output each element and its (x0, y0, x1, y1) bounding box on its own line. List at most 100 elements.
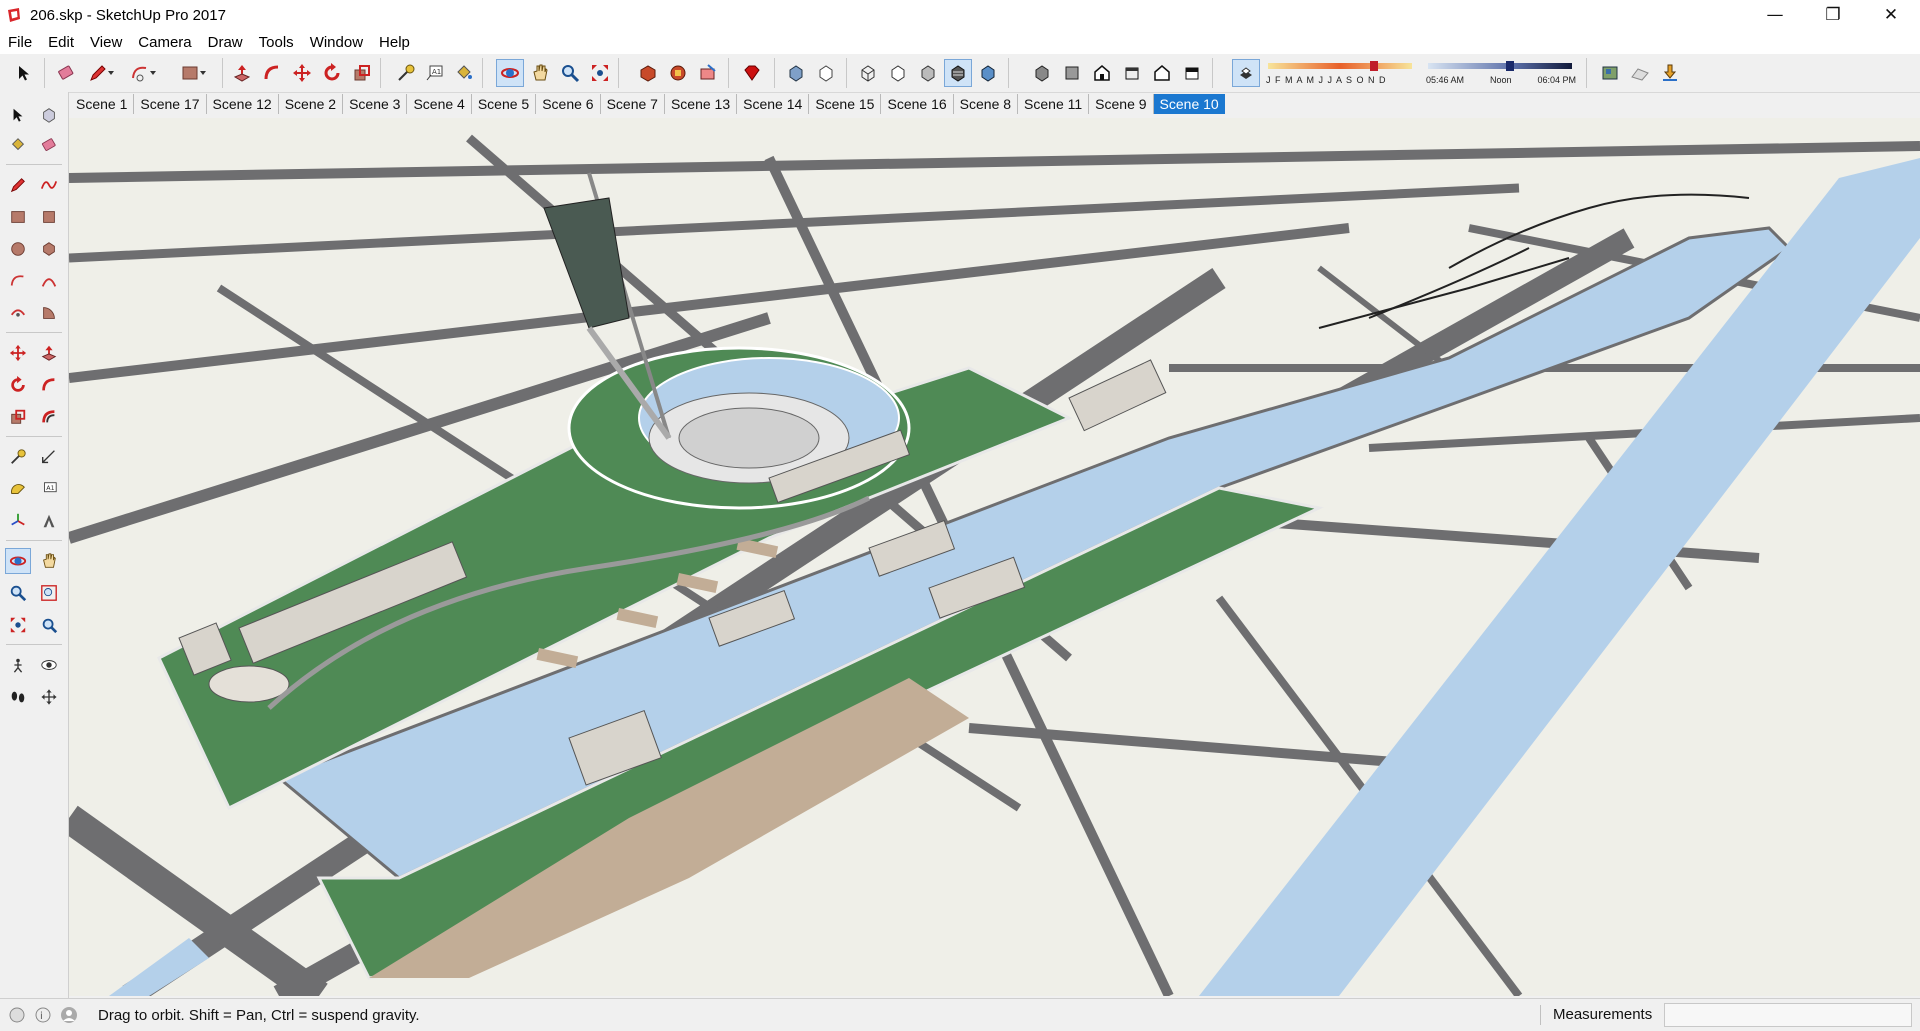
share-model-icon[interactable] (694, 59, 722, 87)
scale-tool-icon[interactable] (5, 404, 31, 430)
walk-icon[interactable] (5, 684, 31, 710)
geo-location-status-icon[interactable] (8, 1006, 26, 1024)
circle-tool-icon[interactable] (5, 236, 31, 262)
minimize-button[interactable]: — (1746, 0, 1804, 30)
xray-style-icon[interactable] (782, 59, 810, 87)
move-tool-icon[interactable] (288, 59, 316, 87)
eraser-tool-icon[interactable] (52, 59, 80, 87)
3d-text-tool-icon[interactable] (36, 508, 62, 534)
zoom-tool-icon[interactable] (556, 59, 584, 87)
pan-tool-icon[interactable] (526, 59, 554, 87)
iso-view-icon[interactable] (1028, 59, 1056, 87)
close-button[interactable]: ✕ (1862, 0, 1920, 30)
offset-tool-icon[interactable] (36, 404, 62, 430)
line-tool-icon[interactable] (5, 172, 31, 198)
tab-scene-15[interactable]: Scene 15 (809, 94, 882, 114)
rotate-tool-icon[interactable] (5, 372, 31, 398)
tab-scene-14[interactable]: Scene 14 (737, 94, 810, 114)
import-terrain-icon[interactable] (1656, 59, 1684, 87)
tab-scene-8[interactable]: Scene 8 (954, 94, 1019, 114)
tab-scene-9[interactable]: Scene 9 (1089, 94, 1154, 114)
restore-button[interactable]: ❐ (1804, 0, 1862, 30)
shaded-textures-style-icon[interactable] (944, 59, 972, 87)
paint-bucket-icon[interactable] (5, 132, 31, 158)
push-pull-tool-icon[interactable] (36, 340, 62, 366)
tab-scene-12[interactable]: Scene 12 (207, 94, 279, 114)
push-pull-tool-icon[interactable] (228, 59, 256, 87)
rotate-tool-icon[interactable] (318, 59, 346, 87)
left-view-icon[interactable] (1178, 59, 1206, 87)
3d-warehouse-icon[interactable] (634, 59, 662, 87)
scale-tool-icon[interactable] (348, 59, 376, 87)
shadows-toggle-icon[interactable] (1232, 59, 1260, 87)
menu-window[interactable]: Window (302, 34, 371, 51)
user-status-icon[interactable] (60, 1006, 78, 1024)
select-tool-icon[interactable] (5, 102, 31, 128)
zoom-window-tool-icon[interactable] (36, 580, 62, 606)
look-around-icon[interactable] (36, 652, 62, 678)
top-view-icon[interactable] (1058, 59, 1086, 87)
protractor-tool-icon[interactable] (5, 476, 31, 502)
tab-scene-7[interactable]: Scene 7 (601, 94, 665, 114)
follow-me-tool-icon[interactable] (258, 59, 286, 87)
monochrome-style-icon[interactable] (974, 59, 1002, 87)
zoom-extents-tool-icon[interactable] (586, 59, 614, 87)
pencil-dropdown-icon[interactable] (104, 59, 118, 87)
tab-scene-17[interactable]: Scene 17 (134, 94, 207, 114)
menu-camera[interactable]: Camera (130, 34, 199, 51)
three-point-arc-tool-icon[interactable] (5, 300, 31, 326)
menu-help[interactable]: Help (371, 34, 418, 51)
arc-tool-icon[interactable] (5, 268, 31, 294)
tab-scene-1[interactable]: Scene 1 (70, 94, 135, 114)
tab-scene-6[interactable]: Scene 6 (536, 94, 601, 114)
back-view-icon[interactable] (1148, 59, 1176, 87)
pie-tool-icon[interactable] (36, 300, 62, 326)
extension-warehouse-icon[interactable] (664, 59, 692, 87)
back-edges-style-icon[interactable] (812, 59, 840, 87)
move-tool-icon[interactable] (5, 340, 31, 366)
tab-scene-16[interactable]: Scene 16 (881, 94, 954, 114)
tab-scene-10[interactable]: Scene 10 (1153, 94, 1225, 114)
zoom-tool-icon[interactable] (5, 580, 31, 606)
tab-scene-4[interactable]: Scene 4 (407, 94, 472, 114)
pan-tool-icon[interactable] (36, 548, 62, 574)
shadow-month-panel[interactable]: J F M A M J J A S O N D (1266, 60, 1416, 85)
axes-tool-icon[interactable] (5, 508, 31, 534)
previous-view-icon[interactable] (36, 612, 62, 638)
tab-scene-11[interactable]: Scene 11 (1018, 94, 1090, 114)
orbit-tool-icon[interactable] (5, 548, 31, 574)
wireframe-style-icon[interactable] (854, 59, 882, 87)
text-tool-icon[interactable]: A1 (420, 59, 448, 87)
tape-measure-tool-icon[interactable] (392, 59, 420, 87)
tape-measure-tool-icon[interactable] (5, 444, 31, 470)
menu-tools[interactable]: Tools (251, 34, 302, 51)
shadow-time-slider[interactable] (1426, 60, 1576, 72)
position-camera-icon[interactable] (5, 652, 31, 678)
measurements-input[interactable] (1664, 1003, 1912, 1027)
hidden-line-style-icon[interactable] (884, 59, 912, 87)
polygon-tool-icon[interactable] (36, 236, 62, 262)
shadow-month-slider[interactable] (1266, 60, 1416, 72)
arc-dropdown-icon[interactable] (146, 59, 160, 87)
section-plane-icon[interactable] (36, 684, 62, 710)
toggle-terrain-icon[interactable] (1626, 59, 1654, 87)
tab-scene-2[interactable]: Scene 2 (279, 94, 344, 114)
menu-edit[interactable]: Edit (40, 34, 82, 51)
tab-scene-3[interactable]: Scene 3 (343, 94, 408, 114)
zoom-extents-tool-icon[interactable] (5, 612, 31, 638)
rectangle-tool-icon[interactable] (5, 204, 31, 230)
front-view-icon[interactable] (1088, 59, 1116, 87)
two-point-arc-tool-icon[interactable] (36, 268, 62, 294)
follow-me-tool-icon[interactable] (36, 372, 62, 398)
dimension-tool-icon[interactable] (36, 444, 62, 470)
shaded-style-icon[interactable] (914, 59, 942, 87)
eraser-icon[interactable] (36, 132, 62, 158)
shadow-time-panel[interactable]: 05:46 AM Noon 06:04 PM (1426, 60, 1576, 85)
menu-draw[interactable]: Draw (200, 34, 251, 51)
text-tool-icon[interactable]: A1 (36, 476, 62, 502)
ruby-console-icon[interactable] (738, 59, 766, 87)
add-location-icon[interactable] (1596, 59, 1624, 87)
freehand-tool-icon[interactable] (36, 172, 62, 198)
menu-view[interactable]: View (82, 34, 130, 51)
orbit-tool-icon[interactable] (496, 59, 524, 87)
